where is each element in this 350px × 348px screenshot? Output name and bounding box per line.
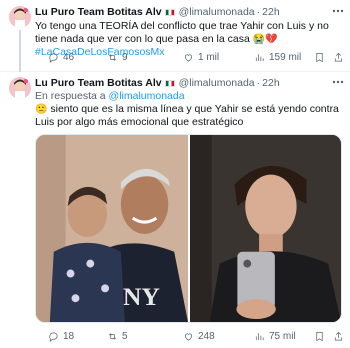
tweet-media-grid: NY — [35, 134, 342, 323]
like-count: 248 — [198, 330, 215, 342]
separator-dot: · — [256, 77, 261, 89]
like-count: 1 mil — [198, 51, 220, 63]
media-photo-2[interactable] — [190, 135, 341, 322]
views-chart-icon — [255, 332, 264, 340]
more-options-icon[interactable] — [332, 4, 344, 16]
reply-count: 18 — [63, 330, 75, 342]
views-button[interactable]: 75 mil — [254, 329, 296, 343]
reply-button[interactable]: 46 — [48, 50, 74, 64]
like-button[interactable]: 1 mil — [183, 50, 219, 64]
author-avatar[interactable] — [9, 6, 31, 28]
author-name[interactable]: Lu Puro Team Botitas Alv — [35, 6, 162, 18]
share-icon — [334, 52, 343, 62]
author-handle[interactable]: @limalumonada — [179, 77, 255, 89]
avatar-image — [9, 6, 31, 28]
heart-icon — [184, 333, 193, 341]
mexico-flag-icon — [164, 79, 175, 87]
tweet-timestamp[interactable]: 22h — [262, 6, 280, 18]
views-chart-icon — [255, 53, 264, 61]
views-count: 159 mil — [269, 51, 302, 63]
heart-icon — [184, 54, 193, 62]
bookmark-button[interactable] — [314, 50, 325, 64]
reply-button[interactable]: 18 — [48, 329, 74, 343]
tweet-2[interactable]: Lu Puro Team Botitas Alv @limalumonada ·… — [0, 72, 350, 348]
tweet-actions: 46 9 1 mil 159 mil — [35, 50, 344, 64]
reply-mention-link[interactable]: @limalumonada — [109, 90, 185, 102]
photo-two-people: NY — [36, 135, 188, 322]
tweet-emoji: 😭💔 — [252, 34, 278, 45]
reply-icon — [49, 52, 58, 63]
separator-dot: · — [256, 6, 261, 18]
like-button[interactable]: 248 — [183, 329, 215, 343]
reply-context: En respuesta a @limalumonada — [35, 90, 185, 102]
retweet-icon — [109, 53, 116, 61]
tweet-header: Lu Puro Team Botitas Alv @limalumonada ·… — [35, 75, 344, 91]
author-handle[interactable]: @limalumonada — [179, 6, 255, 18]
author-avatar[interactable] — [9, 77, 31, 99]
tweet-header: Lu Puro Team Botitas Alv @limalumonada ·… — [35, 4, 344, 20]
reply-prefix: En respuesta a — [35, 90, 109, 102]
tweet-1[interactable]: Lu Puro Team Botitas Alv @limalumonada ·… — [0, 0, 350, 72]
views-count: 75 mil — [269, 330, 296, 342]
bookmark-icon — [316, 52, 323, 62]
author-name[interactable]: Lu Puro Team Botitas Alv — [35, 77, 162, 89]
svg-text:NY: NY — [123, 282, 161, 311]
tweet-text: 🙁 siento que es la misma línea y que Yah… — [35, 103, 342, 129]
thread-connector — [19, 30, 21, 72]
more-options-icon[interactable] — [332, 75, 344, 87]
retweet-icon — [109, 332, 116, 340]
retweet-count: 9 — [122, 51, 128, 63]
retweet-button[interactable]: 5 — [107, 329, 128, 343]
bookmark-icon — [316, 331, 323, 341]
media-photo-1[interactable]: NY — [36, 135, 188, 322]
reply-icon — [49, 331, 58, 342]
mexico-flag-icon — [164, 8, 175, 16]
share-button[interactable] — [333, 329, 344, 343]
photo-mirror-selfie — [190, 135, 341, 322]
tweet-actions: 18 5 248 75 mil — [35, 329, 344, 343]
retweet-count: 5 — [122, 330, 128, 342]
tweet-body-text: siento que es la misma línea y que Yahir… — [35, 103, 339, 128]
reply-count: 46 — [63, 51, 75, 63]
views-button[interactable]: 159 mil — [254, 50, 301, 64]
tweet-timestamp[interactable]: 22h — [262, 77, 280, 89]
retweet-button[interactable]: 9 — [107, 50, 128, 64]
avatar-image — [9, 77, 31, 99]
tweet-body-text: Yo tengo una TEORÍA del conflicto que tr… — [35, 20, 329, 45]
share-button[interactable] — [333, 50, 344, 64]
tweet-emoji: 🙁 — [35, 104, 48, 115]
share-icon — [334, 331, 343, 341]
bookmark-button[interactable] — [314, 329, 325, 343]
